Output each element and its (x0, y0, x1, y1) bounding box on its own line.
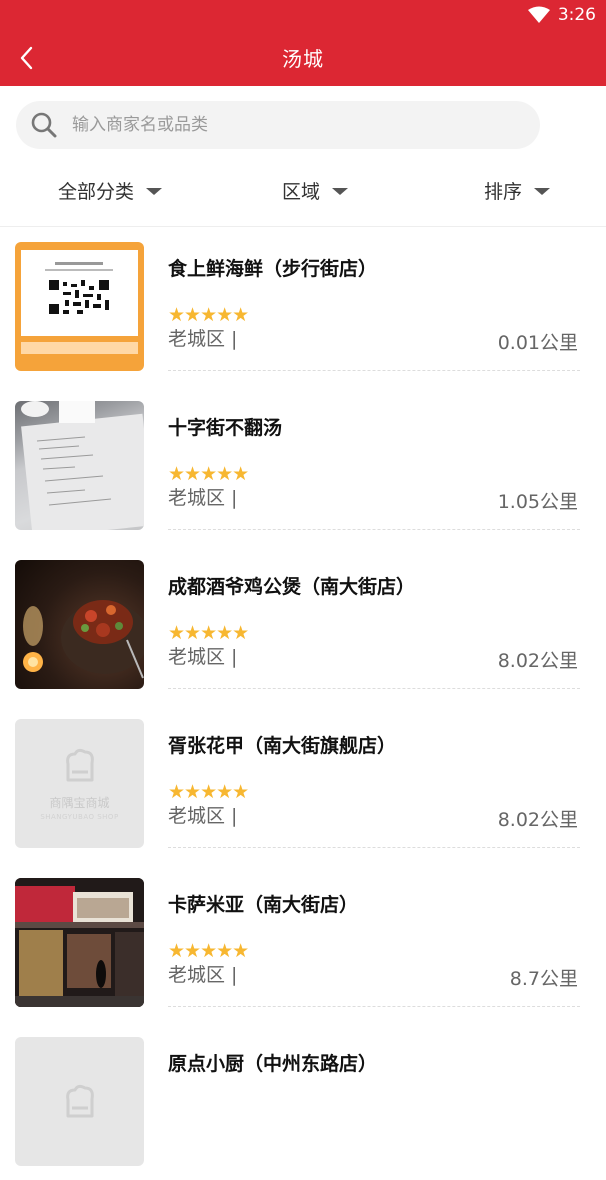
star-rating: ★★★★★ (168, 622, 249, 644)
status-bar: 3:26 (0, 0, 606, 30)
caret-down-icon (534, 188, 551, 195)
wifi-icon (527, 6, 550, 23)
filter-bar: 全部分类 区域 排序 (0, 163, 606, 219)
shop-logo-icon (65, 748, 94, 782)
store-name: 十字街不翻汤 (168, 417, 283, 439)
store-image-food-dish (15, 560, 144, 689)
store-image-paper-menu (15, 401, 144, 530)
store-district: 老城区 | (168, 487, 238, 509)
placeholder-subtitle: SHANGYUBAO SHOP (40, 813, 119, 821)
store-list-item[interactable]: 原点小厨（中州东路店） (0, 1021, 606, 1180)
store-name: 食上鲜海鲜（步行街店） (168, 258, 378, 280)
app-bar: 汤城 (0, 30, 606, 86)
store-distance: 1.05公里 (497, 491, 578, 513)
store-list-item[interactable]: 卡萨米亚（南大街店） ★★★★★ 老城区 | 8.7公里 (0, 862, 606, 1021)
store-distance: 0.01公里 (497, 332, 578, 354)
store-list-item[interactable]: 十字街不翻汤 ★★★★★ 老城区 | 1.05公里 (0, 385, 606, 544)
store-image-placeholder: 商隅宝商城 SHANGYUBAO SHOP (15, 719, 144, 848)
store-image-placeholder (15, 1037, 144, 1166)
filter-sort[interactable]: 排序 (484, 177, 551, 204)
store-image-storefront (15, 878, 144, 1007)
shop-logo-icon (65, 1084, 94, 1117)
star-rating: ★★★★★ (168, 781, 249, 803)
item-separator (168, 370, 580, 371)
placeholder-title: 商隅宝商城 (49, 796, 110, 810)
store-district: 老城区 | (168, 646, 238, 668)
store-name: 卡萨米亚（南大街店） (168, 894, 359, 916)
store-list: 食上鲜海鲜（步行街店） ★★★★★ 老城区 | 0.01公里 十字街不翻汤 ★★… (0, 226, 606, 1180)
store-distance: 8.02公里 (497, 809, 578, 831)
star-rating: ★★★★★ (168, 463, 249, 485)
search-input[interactable] (70, 114, 494, 136)
store-district: 老城区 | (168, 964, 238, 986)
filter-area[interactable]: 区域 (282, 177, 349, 204)
page-title: 汤城 (282, 47, 324, 71)
qr-code-icon (21, 250, 138, 354)
status-time: 3:26 (557, 5, 596, 25)
store-name: 胥张花甲（南大街旗舰店） (168, 735, 397, 757)
caret-down-icon (146, 188, 163, 195)
store-distance: 8.7公里 (509, 968, 578, 990)
store-list-item[interactable]: 商隅宝商城 SHANGYUBAO SHOP 胥张花甲（南大街旗舰店） ★★★★★… (0, 703, 606, 862)
caret-down-icon (332, 188, 349, 195)
store-list-item[interactable]: 食上鲜海鲜（步行街店） ★★★★★ 老城区 | 0.01公里 (0, 226, 606, 385)
store-district: 老城区 | (168, 805, 238, 827)
store-name: 原点小厨（中州东路店） (168, 1053, 378, 1075)
store-image-qr-receipt (15, 242, 144, 371)
filter-sort-label: 排序 (484, 181, 523, 203)
item-separator (168, 529, 580, 530)
item-separator (168, 688, 580, 689)
filter-category[interactable]: 全部分类 (58, 177, 163, 204)
search-bar[interactable] (16, 101, 540, 149)
search-icon (31, 112, 57, 138)
store-district: 老城区 | (168, 328, 238, 350)
item-separator (168, 1006, 580, 1007)
store-name: 成都酒爷鸡公煲（南大街店） (168, 576, 416, 598)
filter-area-label: 区域 (282, 181, 321, 203)
star-rating: ★★★★★ (168, 940, 249, 962)
item-separator (168, 847, 580, 848)
store-list-item[interactable]: 成都酒爷鸡公煲（南大街店） ★★★★★ 老城区 | 8.02公里 (0, 544, 606, 703)
star-rating: ★★★★★ (168, 304, 249, 326)
filter-category-label: 全部分类 (58, 181, 135, 203)
store-distance: 8.02公里 (497, 650, 578, 672)
